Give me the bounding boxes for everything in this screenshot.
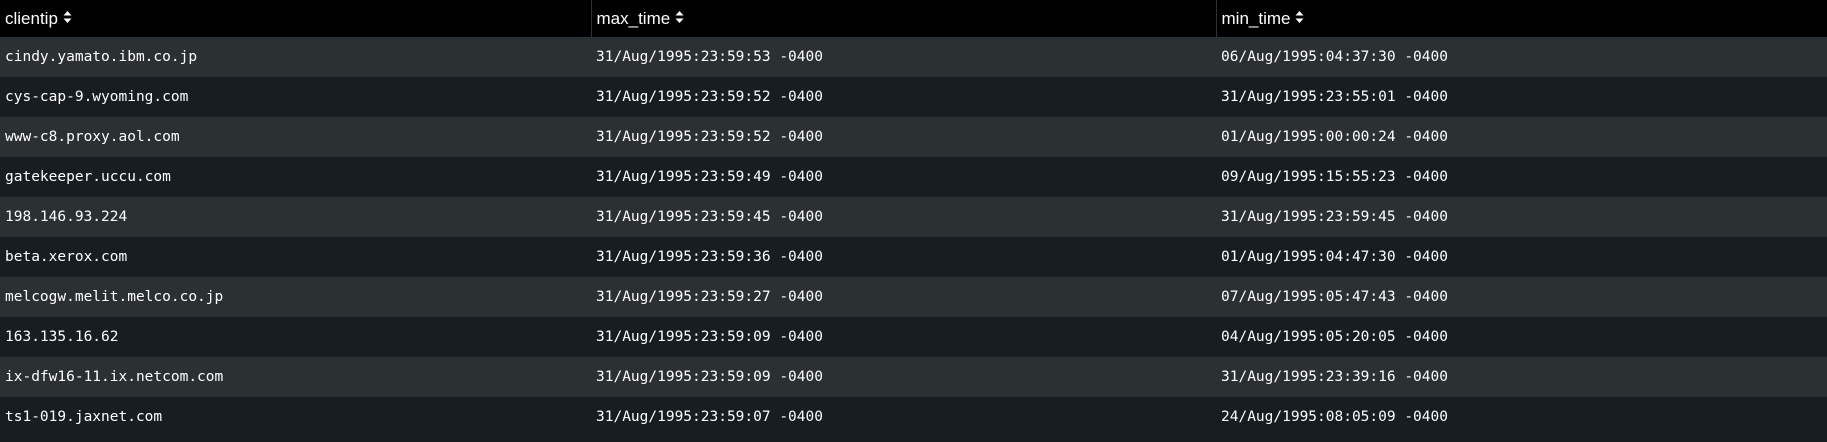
cell-max-time: 31/Aug/1995:23:59:49 -0400 — [591, 157, 1216, 197]
column-header-label: clientip — [5, 8, 58, 28]
header-row: clientip max_time min_time — [0, 0, 1827, 37]
table-row: ix-dfw16-11.ix.netcom.com 31/Aug/1995:23… — [0, 357, 1827, 397]
sort-icon[interactable] — [675, 10, 684, 24]
cell-min-time: 31/Aug/1995:23:59:45 -0400 — [1216, 197, 1827, 237]
column-header-clientip[interactable]: clientip — [0, 0, 591, 37]
cell-clientip: ix-dfw16-11.ix.netcom.com — [0, 357, 591, 397]
cell-max-time: 31/Aug/1995:23:59:53 -0400 — [591, 37, 1216, 77]
results-table: clientip max_time min_time cindy.yamato.… — [0, 0, 1827, 437]
cell-max-time: 31/Aug/1995:23:59:07 -0400 — [591, 397, 1216, 437]
cell-max-time: 31/Aug/1995:23:59:36 -0400 — [591, 237, 1216, 277]
table-row: 198.146.93.224 31/Aug/1995:23:59:45 -040… — [0, 197, 1827, 237]
table-row: cys-cap-9.wyoming.com 31/Aug/1995:23:59:… — [0, 77, 1827, 117]
column-header-label: min_time — [1221, 8, 1291, 28]
table-row: gatekeeper.uccu.com 31/Aug/1995:23:59:49… — [0, 157, 1827, 197]
table-row: melcogw.melit.melco.co.jp 31/Aug/1995:23… — [0, 277, 1827, 317]
table-row: www-c8.proxy.aol.com 31/Aug/1995:23:59:5… — [0, 117, 1827, 157]
cell-clientip: beta.xerox.com — [0, 237, 591, 277]
cell-clientip: 198.146.93.224 — [0, 197, 591, 237]
cell-max-time: 31/Aug/1995:23:59:45 -0400 — [591, 197, 1216, 237]
cell-clientip: ts1-019.jaxnet.com — [0, 397, 591, 437]
cell-min-time: 07/Aug/1995:05:47:43 -0400 — [1216, 277, 1827, 317]
column-header-min-time[interactable]: min_time — [1215, 0, 1827, 37]
cell-clientip: cys-cap-9.wyoming.com — [0, 77, 591, 117]
sort-icon[interactable] — [1295, 10, 1304, 24]
column-header-max-time[interactable]: max_time — [590, 0, 1216, 37]
cell-max-time: 31/Aug/1995:23:59:09 -0400 — [591, 357, 1216, 397]
cell-max-time: 31/Aug/1995:23:59:09 -0400 — [591, 317, 1216, 357]
sort-icon[interactable] — [63, 10, 72, 24]
cell-min-time: 31/Aug/1995:23:55:01 -0400 — [1216, 77, 1827, 117]
cell-min-time: 01/Aug/1995:04:47:30 -0400 — [1216, 237, 1827, 277]
cell-min-time: 04/Aug/1995:05:20:05 -0400 — [1216, 317, 1827, 357]
table-row: beta.xerox.com 31/Aug/1995:23:59:36 -040… — [0, 237, 1827, 277]
column-header-label: max_time — [596, 8, 671, 28]
cell-max-time: 31/Aug/1995:23:59:52 -0400 — [591, 117, 1216, 157]
cell-min-time: 24/Aug/1995:08:05:09 -0400 — [1216, 397, 1827, 437]
cell-min-time: 06/Aug/1995:04:37:30 -0400 — [1216, 37, 1827, 77]
table-bottom-edge — [0, 437, 1827, 442]
cell-min-time: 09/Aug/1995:15:55:23 -0400 — [1216, 157, 1827, 197]
cell-min-time: 31/Aug/1995:23:39:16 -0400 — [1216, 357, 1827, 397]
cell-clientip: melcogw.melit.melco.co.jp — [0, 277, 591, 317]
table-row: cindy.yamato.ibm.co.jp 31/Aug/1995:23:59… — [0, 37, 1827, 77]
cell-clientip: cindy.yamato.ibm.co.jp — [0, 37, 591, 77]
table-row: ts1-019.jaxnet.com 31/Aug/1995:23:59:07 … — [0, 397, 1827, 437]
table-body: cindy.yamato.ibm.co.jp 31/Aug/1995:23:59… — [0, 37, 1827, 437]
table-header: clientip max_time min_time — [0, 0, 1827, 37]
cell-clientip: www-c8.proxy.aol.com — [0, 117, 591, 157]
cell-clientip: 163.135.16.62 — [0, 317, 591, 357]
table-row: 163.135.16.62 31/Aug/1995:23:59:09 -0400… — [0, 317, 1827, 357]
cell-max-time: 31/Aug/1995:23:59:27 -0400 — [591, 277, 1216, 317]
cell-max-time: 31/Aug/1995:23:59:52 -0400 — [591, 77, 1216, 117]
cell-clientip: gatekeeper.uccu.com — [0, 157, 591, 197]
cell-min-time: 01/Aug/1995:00:00:24 -0400 — [1216, 117, 1827, 157]
